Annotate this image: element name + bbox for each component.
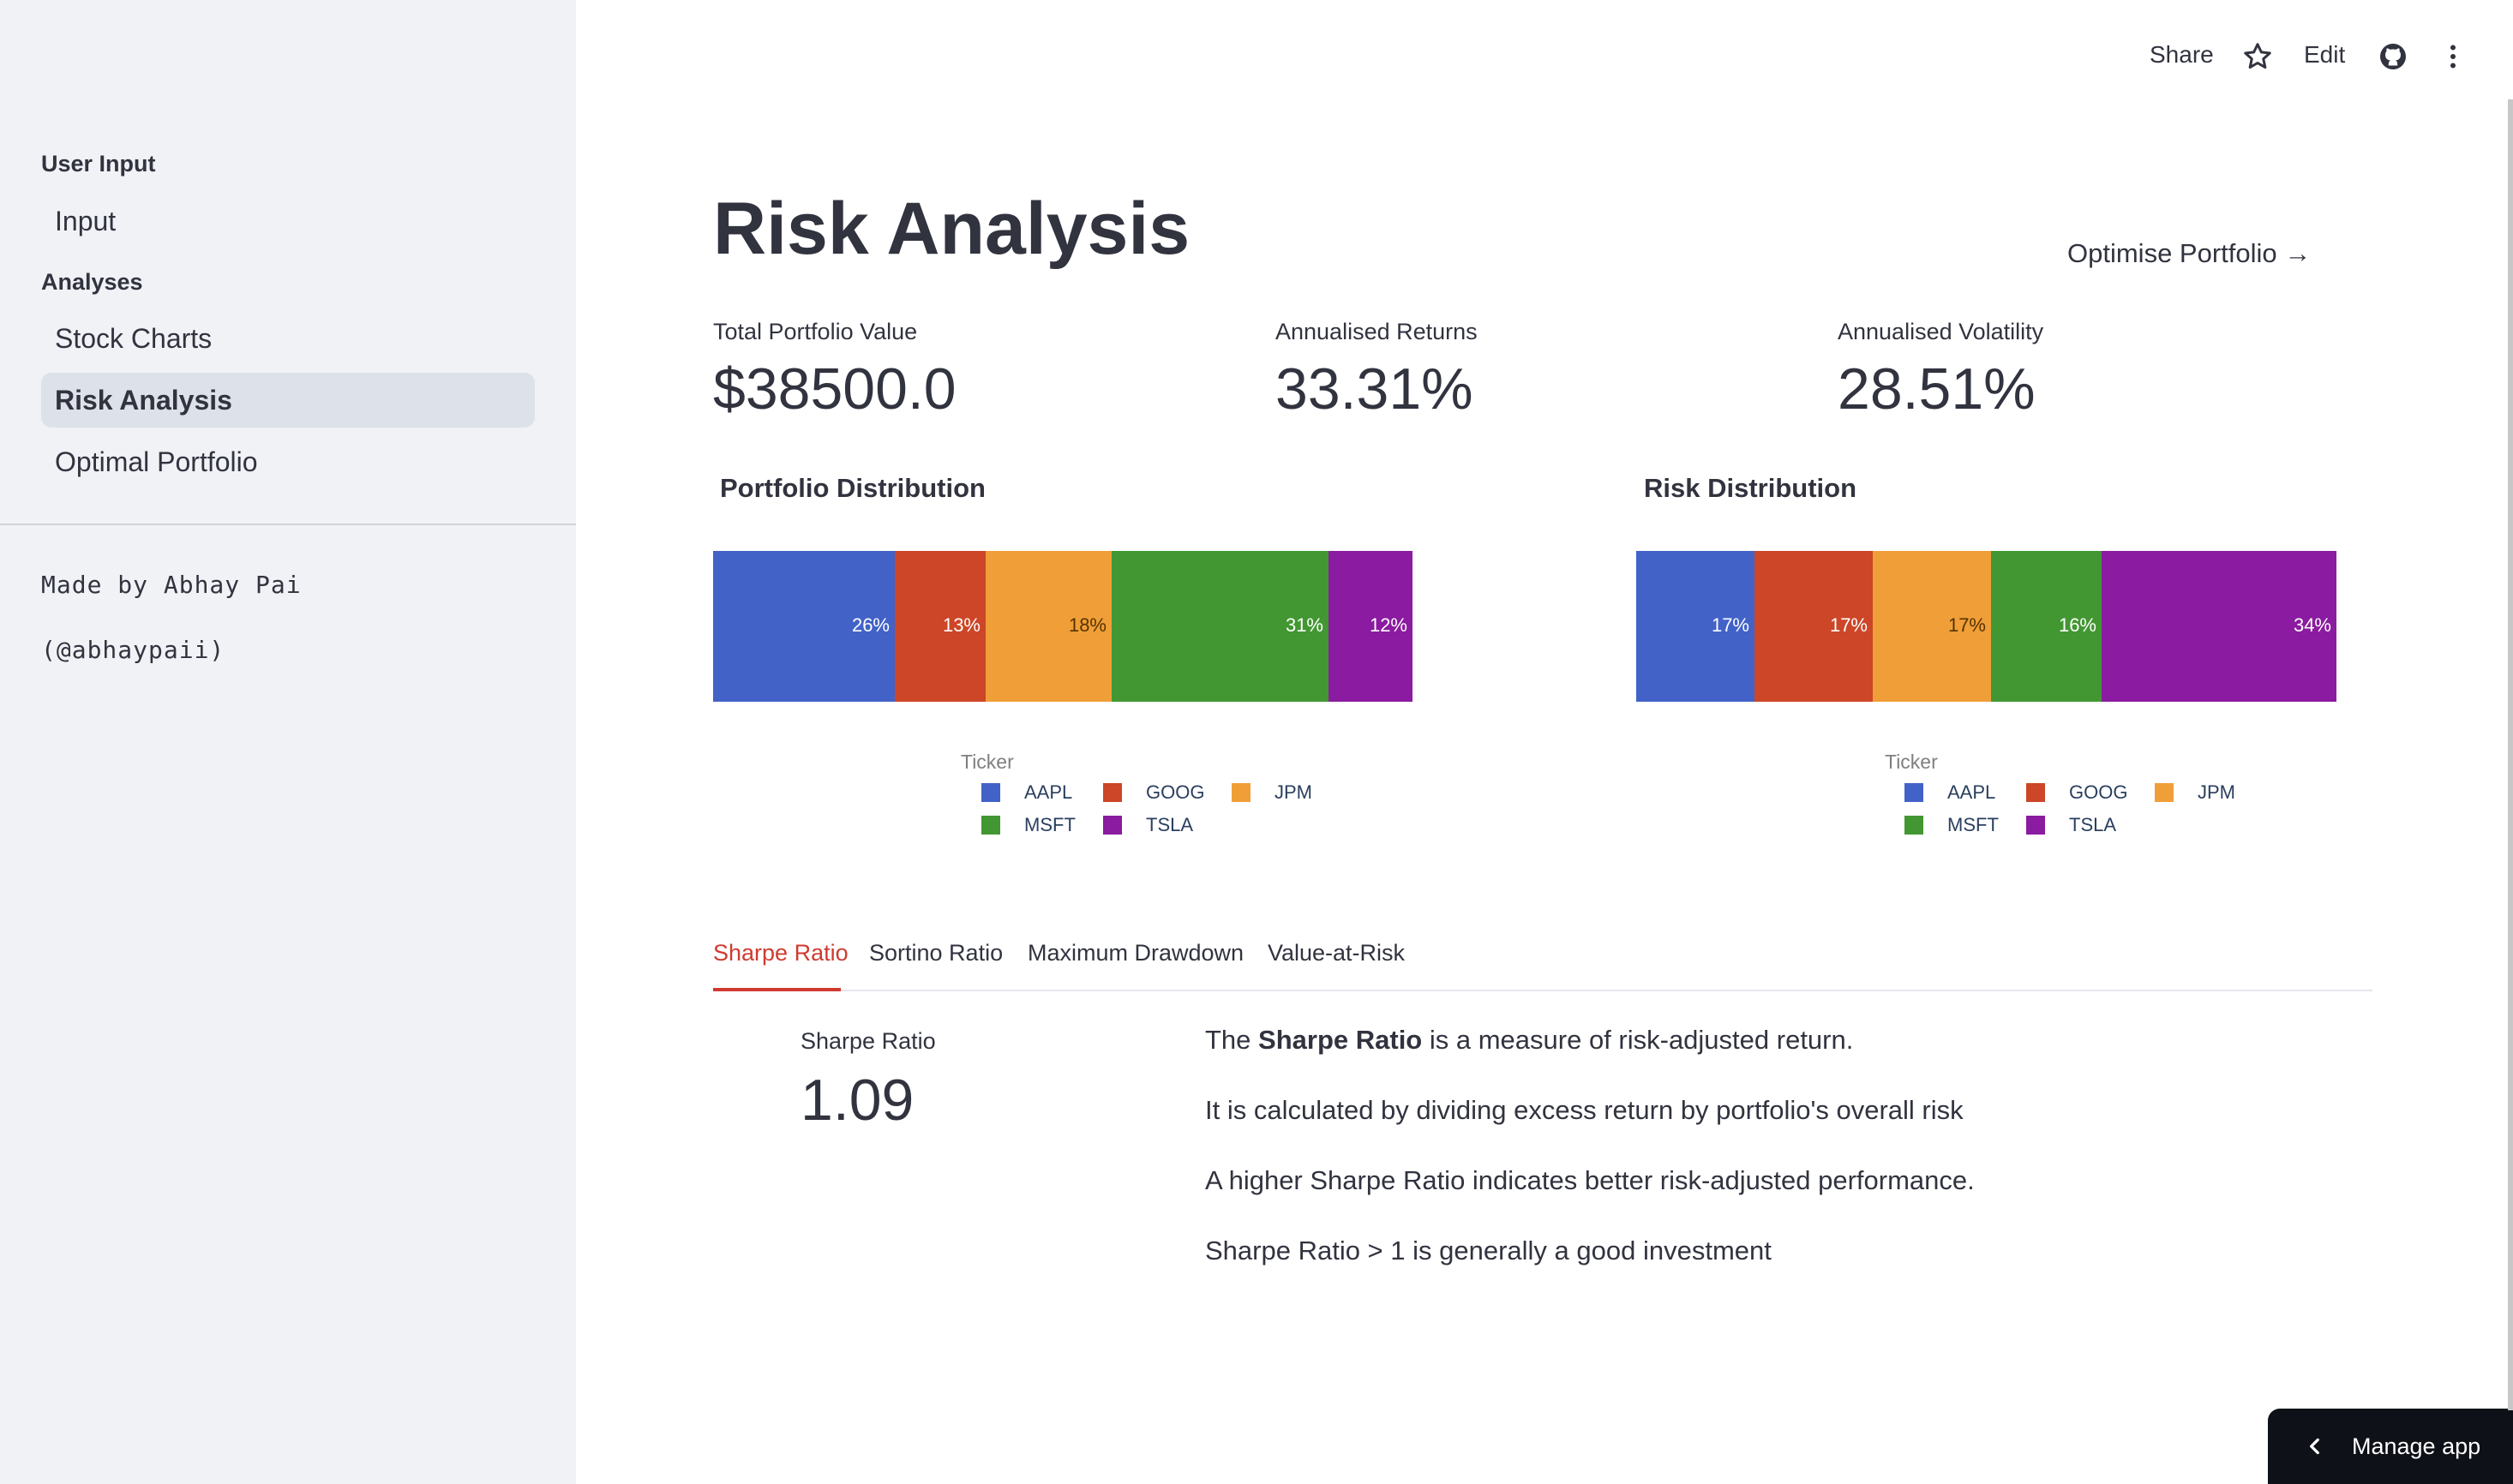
bar-segment-label: 13% (942, 614, 981, 636)
intro-prefix: The (1205, 1025, 1259, 1055)
bar-segment-aapl[interactable]: 26% (713, 551, 895, 702)
sharpe-description-line: It is calculated by dividing excess retu… (1205, 1095, 1964, 1125)
bar-segment-aapl[interactable]: 17% (1636, 551, 1754, 702)
legend-swatch (2026, 816, 2045, 835)
metric-label-annualised-returns: Annualised Returns (1275, 319, 1478, 344)
legend-label: AAPL (1947, 781, 1996, 803)
bar-segment-jpm[interactable]: 17% (1873, 551, 1991, 702)
sidebar-item-stock-charts[interactable]: Stock Charts (41, 311, 535, 366)
sharpe-description-line: Sharpe Ratio > 1 is generally a good inv… (1205, 1236, 1772, 1266)
tab-active-indicator (713, 988, 841, 991)
legend-item-msft[interactable]: MSFT (1904, 814, 1999, 836)
legend-item-aapl[interactable]: AAPL (981, 781, 1072, 804)
legend-label: AAPL (1024, 781, 1073, 803)
sidebar-item-input[interactable]: Input (41, 194, 535, 248)
legend-item-tsla[interactable]: TSLA (1103, 814, 1193, 836)
metric-value-portfolio-value: $38500.0 (713, 356, 957, 422)
legend-label: JPM (1274, 781, 1312, 803)
chart-title-portfolio-distribution: Portfolio Distribution (720, 473, 986, 503)
author-credit: Made by Abhay Pai (41, 571, 302, 599)
chevron-left-icon (2310, 1438, 2319, 1455)
bar-segment-msft[interactable]: 31% (1112, 551, 1328, 702)
legend-swatch (2026, 783, 2045, 802)
page-title: Risk Analysis (713, 188, 1191, 270)
star-icon[interactable] (2242, 41, 2273, 72)
legend-item-msft[interactable]: MSFT (981, 814, 1076, 836)
scrollbar[interactable] (2508, 99, 2513, 1410)
legend-label: MSFT (1947, 814, 1999, 835)
legend-swatch (1232, 783, 1251, 802)
bar-segment-jpm[interactable]: 18% (986, 551, 1112, 702)
legend-title-portfolio: Ticker (961, 751, 1014, 773)
legend-swatch (2155, 783, 2174, 802)
legend-item-goog[interactable]: GOOG (1103, 781, 1204, 804)
sidebar-divider (0, 524, 576, 525)
sidebar-item-risk-analysis[interactable]: Risk Analysis (41, 373, 535, 428)
optimise-portfolio-link[interactable]: Optimise Portfolio → (2067, 238, 2311, 269)
legend-title-risk: Ticker (1885, 751, 1938, 773)
sharpe-metric-label: Sharpe Ratio (801, 1028, 936, 1054)
share-button[interactable]: Share (2150, 41, 2214, 69)
legend-label: MSFT (1024, 814, 1076, 835)
legend-label: GOOG (2069, 781, 2128, 803)
bar-segment-label: 17% (1829, 614, 1868, 636)
bar-segment-goog[interactable]: 13% (895, 551, 986, 702)
tab-value-at-risk[interactable]: Value-at-Risk (1268, 940, 1405, 966)
legend-item-jpm[interactable]: JPM (1232, 781, 1312, 804)
bar-segment-tsla[interactable]: 34% (2102, 551, 2336, 702)
metric-label-annualised-volatility: Annualised Volatility (1838, 319, 2044, 344)
nav-section-user-input: User Input (41, 151, 156, 177)
legend-label: TSLA (1146, 814, 1194, 835)
legend-item-goog[interactable]: GOOG (2026, 781, 2127, 804)
legend-label: JPM (2198, 781, 2235, 803)
author-handle: (@abhaypaii) (41, 636, 225, 664)
bar-segment-goog[interactable]: 17% (1754, 551, 1873, 702)
legend-swatch (981, 816, 1000, 835)
manage-app-label: Manage app (2352, 1433, 2481, 1459)
edit-button[interactable]: Edit (2304, 41, 2345, 69)
sharpe-description-line: A higher Sharpe Ratio indicates better r… (1205, 1165, 1975, 1195)
legend-item-jpm[interactable]: JPM (2155, 781, 2235, 804)
nav-section-analyses: Analyses (41, 269, 143, 295)
risk-distribution-bar: 17% 17% 17% 16% 34% (1636, 551, 2336, 702)
tab-sharpe-ratio[interactable]: Sharpe Ratio (713, 940, 849, 966)
metric-value-annualised-returns: 33.31% (1275, 356, 1473, 422)
bar-segment-msft[interactable]: 16% (1991, 551, 2102, 702)
legend-swatch (1103, 783, 1122, 802)
bar-segment-label: 17% (1947, 614, 1986, 636)
legend-item-tsla[interactable]: TSLA (2026, 814, 2116, 836)
tab-baseline (713, 990, 2372, 991)
bar-segment-label: 26% (851, 614, 890, 636)
github-icon[interactable] (2378, 41, 2408, 72)
manage-app-button[interactable]: Manage app (2268, 1409, 2513, 1484)
bar-segment-label: 31% (1285, 614, 1323, 636)
kebab-menu-icon[interactable] (2438, 41, 2468, 72)
sharpe-description-intro: The Sharpe Ratio is a measure of risk-ad… (1205, 1025, 1853, 1056)
legend-swatch (981, 783, 1000, 802)
tab-sortino-ratio[interactable]: Sortino Ratio (869, 940, 1003, 966)
bar-segment-label: 16% (2058, 614, 2096, 636)
bar-segment-tsla[interactable]: 12% (1328, 551, 1412, 702)
chart-title-risk-distribution: Risk Distribution (1644, 473, 1857, 503)
legend-label: GOOG (1146, 781, 1205, 803)
sidebar: User Input Input Analyses Stock Charts R… (0, 0, 576, 1484)
intro-suffix: is a measure of risk-adjusted return. (1422, 1025, 1854, 1055)
portfolio-distribution-bar: 26% 13% 18% 31% 12% (713, 551, 1412, 702)
bar-segment-label: 12% (1369, 614, 1407, 636)
legend-swatch (1904, 816, 1923, 835)
legend-swatch (1904, 783, 1923, 802)
intro-bold: Sharpe Ratio (1258, 1025, 1423, 1055)
bar-segment-label: 18% (1068, 614, 1107, 636)
sharpe-metric-value: 1.09 (801, 1068, 915, 1133)
legend-item-aapl[interactable]: AAPL (1904, 781, 1995, 804)
bar-segment-label: 17% (1711, 614, 1749, 636)
bar-segment-label: 34% (2293, 614, 2331, 636)
tab-maximum-drawdown[interactable]: Maximum Drawdown (1028, 940, 1244, 966)
metric-label-portfolio-value: Total Portfolio Value (713, 319, 918, 344)
metric-value-annualised-volatility: 28.51% (1838, 356, 2036, 422)
legend-swatch (1103, 816, 1122, 835)
sidebar-item-optimal-portfolio[interactable]: Optimal Portfolio (41, 434, 535, 489)
legend-label: TSLA (2069, 814, 2117, 835)
